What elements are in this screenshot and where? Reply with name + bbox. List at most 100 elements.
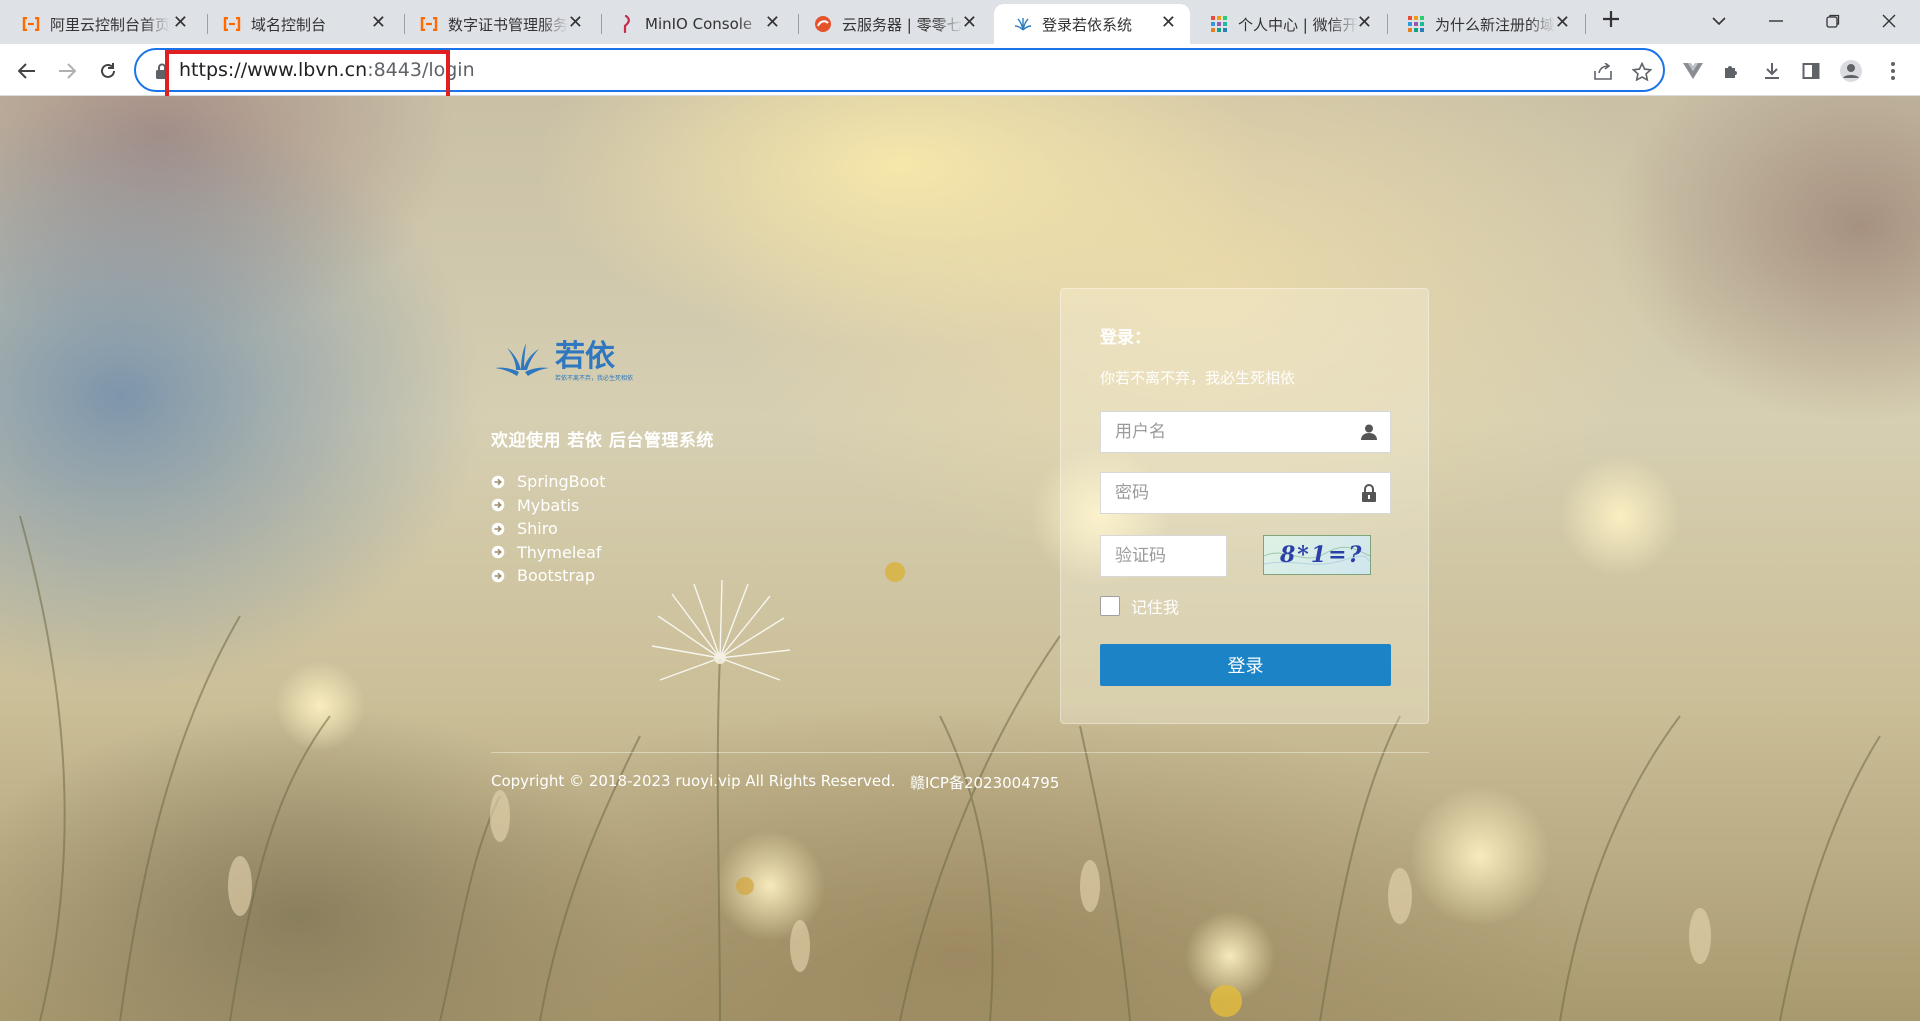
tech-item-label: Thymeleaf <box>517 542 602 562</box>
close-icon[interactable]: ✕ <box>568 14 583 32</box>
share-icon <box>1594 63 1612 80</box>
close-icon[interactable]: ✕ <box>1357 14 1372 32</box>
puzzle-icon <box>1725 66 1737 78</box>
more-vertical-icon <box>1891 62 1895 80</box>
browser-toolbar: https://www.lbvn.cn:8443/login <box>0 44 1920 96</box>
password-field <box>1100 472 1391 514</box>
captcha-image[interactable]: 8*1=? <box>1263 535 1371 575</box>
extensions-button[interactable] <box>1718 57 1746 85</box>
tab-title: 登录若依系统 <box>1042 15 1133 34</box>
tech-item-label: Shiro <box>517 519 558 539</box>
tab-aliyun-console[interactable]: 阿里云控制台首页 ✕ <box>2 4 202 44</box>
remember-me-label[interactable]: 记住我 <box>1131 594 1179 618</box>
menu-button[interactable] <box>1879 57 1907 85</box>
chevron-down-icon <box>1712 17 1726 26</box>
minio-icon <box>617 15 635 33</box>
aliyun-icon <box>223 15 241 33</box>
user-icon <box>1361 424 1377 440</box>
tech-item-label: Mybatis <box>517 495 580 515</box>
reload-icon <box>101 63 115 78</box>
new-tab-button[interactable] <box>1597 8 1625 36</box>
remember-me-checkbox[interactable] <box>1100 596 1120 616</box>
minimize-button[interactable] <box>1753 6 1799 36</box>
lock-icon[interactable] <box>155 63 169 79</box>
username-field <box>1100 411 1391 453</box>
list-item: Thymeleaf <box>491 541 605 565</box>
browser-tab-strip: 阿里云控制台首页 ✕ 域名控制台 ✕ 数字证书管理服务 ✕ MinIO Cons… <box>0 0 1920 44</box>
forward-button[interactable] <box>53 57 81 85</box>
list-item: Mybatis <box>491 494 605 518</box>
close-window-button[interactable] <box>1866 6 1912 36</box>
tab-cert-service[interactable]: 数字证书管理服务 ✕ <box>400 4 597 44</box>
side-panel-button[interactable] <box>1797 57 1825 85</box>
remember-me[interactable]: 记住我 <box>1100 594 1179 618</box>
captcha-text: 8*1=? <box>1279 542 1363 568</box>
arrow-right-icon <box>59 63 76 79</box>
list-item: Bootstrap <box>491 564 605 588</box>
login-motto: 你若不离不弃，我必生死相依 <box>1100 369 1296 387</box>
welcome-suffix: 后台管理系统 <box>602 431 714 451</box>
tech-stack-list: SpringBoot Mybatis Shiro Thymeleaf Boots… <box>491 470 605 588</box>
welcome-heading: 欢迎使用 若依 后台管理系统 <box>491 426 714 451</box>
password-input[interactable] <box>1101 473 1341 513</box>
footer-divider <box>491 752 1429 753</box>
arrow-circle-right-icon <box>491 522 505 536</box>
tab-title: 域名控制台 <box>251 15 327 34</box>
login-title: 登录： <box>1100 328 1151 348</box>
logo-text: 若依 <box>555 339 616 374</box>
vue-icon <box>1683 63 1703 79</box>
tab-separator <box>1585 14 1586 34</box>
tab-title: 云服务器 | 零零七 <box>842 15 962 34</box>
arrow-circle-right-icon <box>491 498 505 512</box>
close-icon[interactable]: ✕ <box>1555 14 1570 32</box>
tab-title: 数字证书管理服务 <box>448 15 568 34</box>
close-icon[interactable]: ✕ <box>173 14 188 32</box>
url-text[interactable]: https://www.lbvn.cn:8443/login <box>179 59 475 81</box>
arrow-circle-right-icon <box>491 475 505 489</box>
close-icon[interactable]: ✕ <box>1161 14 1176 32</box>
arrow-circle-right-icon <box>491 545 505 559</box>
tab-title: 阿里云控制台首页 <box>50 15 170 34</box>
back-button[interactable] <box>13 57 41 85</box>
brand-logo: 若依 若依不离不弃，我必生死相依 <box>493 336 643 384</box>
address-bar[interactable]: https://www.lbvn.cn:8443/login <box>134 48 1665 92</box>
tech-item-label: Bootstrap <box>517 566 595 586</box>
share-button[interactable] <box>1591 60 1615 84</box>
captcha-input[interactable] <box>1101 536 1221 576</box>
tab-search-button[interactable] <box>1696 6 1742 36</box>
tab-ruoyi-login[interactable]: 登录若依系统 ✕ <box>994 4 1190 44</box>
lock-icon <box>1362 484 1376 502</box>
login-form-panel: 登录： 你若不离不弃，我必生死相依 8*1=? 记住我 登录 <box>1060 288 1429 724</box>
tab-wechat-personal-center[interactable]: 个人中心 | 微信开 ✕ <box>1190 4 1386 44</box>
tab-title: 个人中心 | 微信开 <box>1238 15 1358 34</box>
vue-devtools-button[interactable] <box>1679 57 1707 85</box>
close-icon[interactable]: ✕ <box>962 14 977 32</box>
url-path: :8443/login <box>367 59 475 81</box>
close-icon[interactable]: ✕ <box>371 14 386 32</box>
username-input[interactable] <box>1101 412 1341 452</box>
tab-title: MinIO Console <box>645 15 753 33</box>
grid-app-icon <box>1210 15 1228 33</box>
footer-icp[interactable]: 赣ICP备2023004795 <box>910 772 1059 793</box>
cloud-server-icon <box>814 15 832 33</box>
login-submit-button[interactable]: 登录 <box>1100 644 1391 686</box>
star-icon <box>1632 62 1652 82</box>
plus-icon <box>1603 11 1619 27</box>
tab-domain-console[interactable]: 域名控制台 ✕ <box>203 4 400 44</box>
tab-title: 为什么新注册的域 <box>1435 15 1555 34</box>
lotus-icon <box>495 343 549 376</box>
tab-domain-question[interactable]: 为什么新注册的域 ✕ <box>1387 4 1584 44</box>
captcha-field <box>1100 535 1227 577</box>
tab-minio-console[interactable]: MinIO Console ✕ <box>597 4 794 44</box>
ruoyi-icon <box>1014 15 1032 33</box>
close-icon[interactable]: ✕ <box>765 14 780 32</box>
arrow-circle-right-icon <box>491 569 505 583</box>
reload-button[interactable] <box>94 57 122 85</box>
downloads-button[interactable] <box>1758 57 1786 85</box>
tab-cloud-server[interactable]: 云服务器 | 零零七 ✕ <box>794 4 991 44</box>
profile-button[interactable] <box>1837 57 1865 85</box>
welcome-prefix: 欢迎使用 <box>491 431 568 451</box>
logo-tagline: 若依不离不弃，我必生死相依 <box>555 374 633 382</box>
bookmark-button[interactable] <box>1630 60 1654 84</box>
restore-button[interactable] <box>1810 6 1856 36</box>
